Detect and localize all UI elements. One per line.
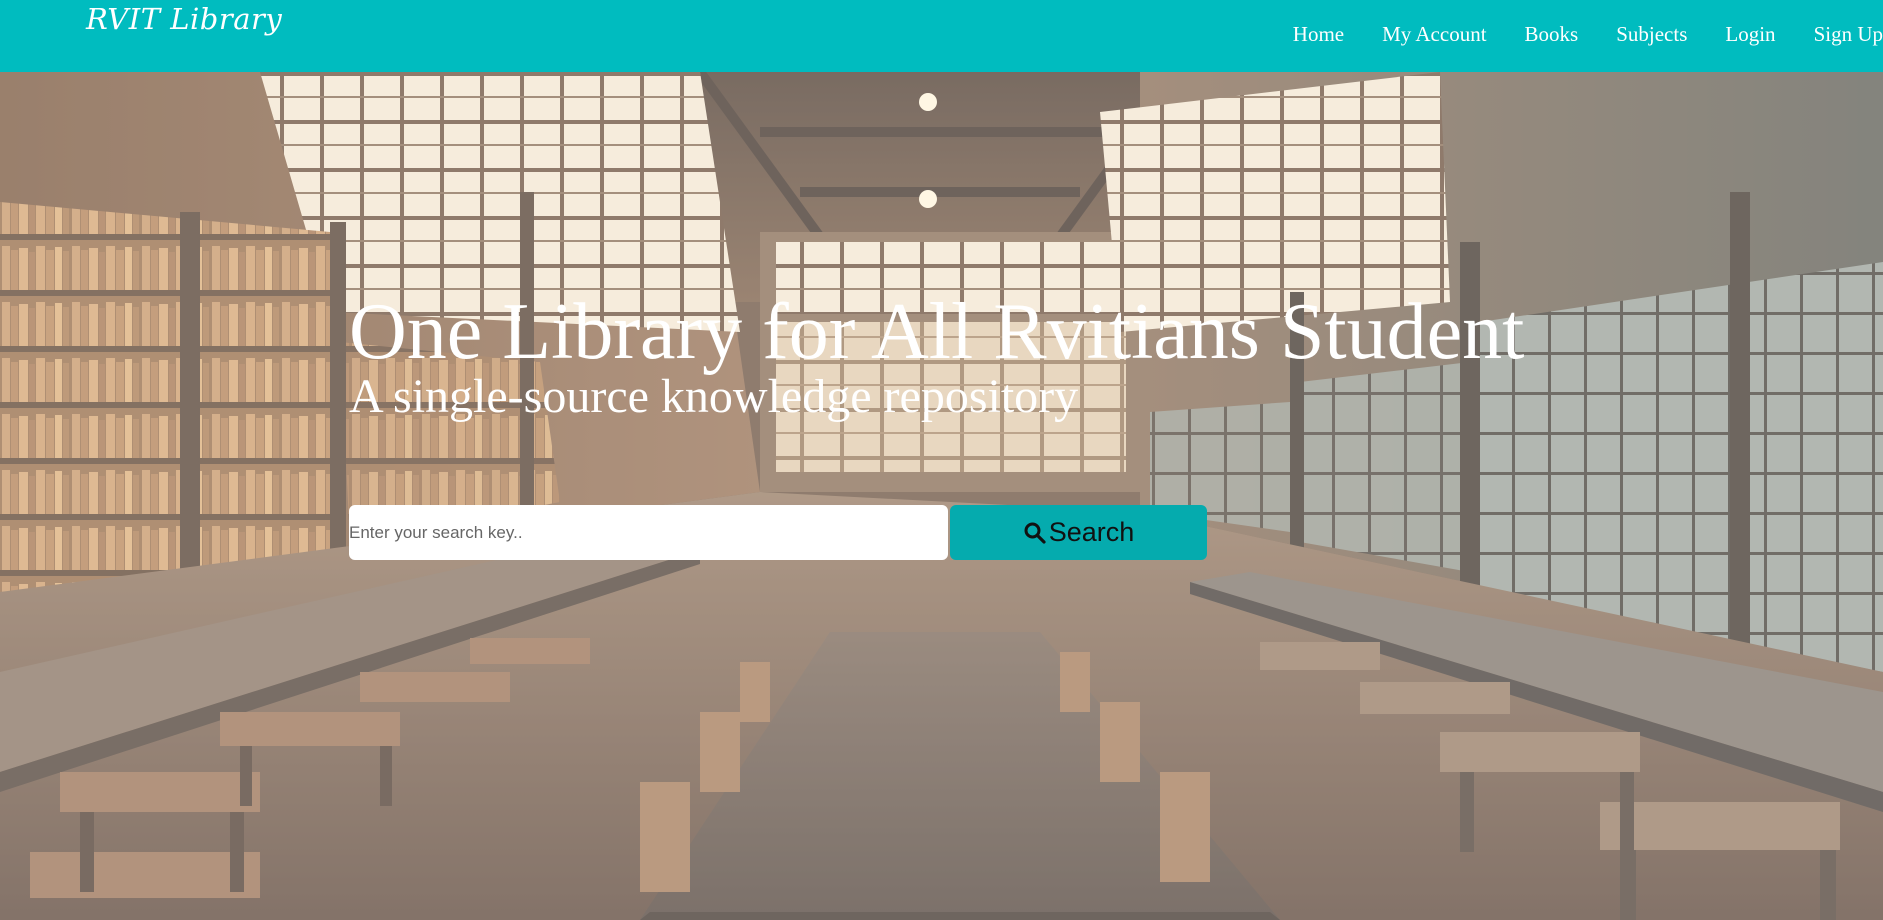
brand-logo[interactable]: RVIT Library <box>86 0 282 38</box>
nav-books-link[interactable]: Books <box>1525 20 1579 48</box>
nav-signup-link[interactable]: Sign Up <box>1814 20 1883 48</box>
hero-title: One Library for All Rvitians Student <box>349 288 1525 376</box>
search-input[interactable] <box>349 505 948 560</box>
search-bar: Search <box>349 505 1207 560</box>
search-button[interactable]: Search <box>950 505 1207 560</box>
nav-my-account-link[interactable]: My Account <box>1382 20 1486 48</box>
search-button-label: Search <box>1048 517 1135 547</box>
top-navbar: RVIT Library Home My Account Books Subje… <box>0 0 1883 72</box>
hero-section <box>0 72 1883 920</box>
hero-text: One Library for All Rvitians Student A s… <box>349 287 1549 423</box>
main-nav: Home My Account Books Subjects Login Sig… <box>1255 20 1883 48</box>
hero-overlay <box>0 72 1883 920</box>
hero-subtitle: A single-source knowledge repository <box>349 370 1079 423</box>
nav-login-link[interactable]: Login <box>1725 20 1775 48</box>
nav-subjects-link[interactable]: Subjects <box>1616 20 1687 48</box>
search-icon <box>1024 522 1046 544</box>
nav-home-link[interactable]: Home <box>1293 20 1344 48</box>
